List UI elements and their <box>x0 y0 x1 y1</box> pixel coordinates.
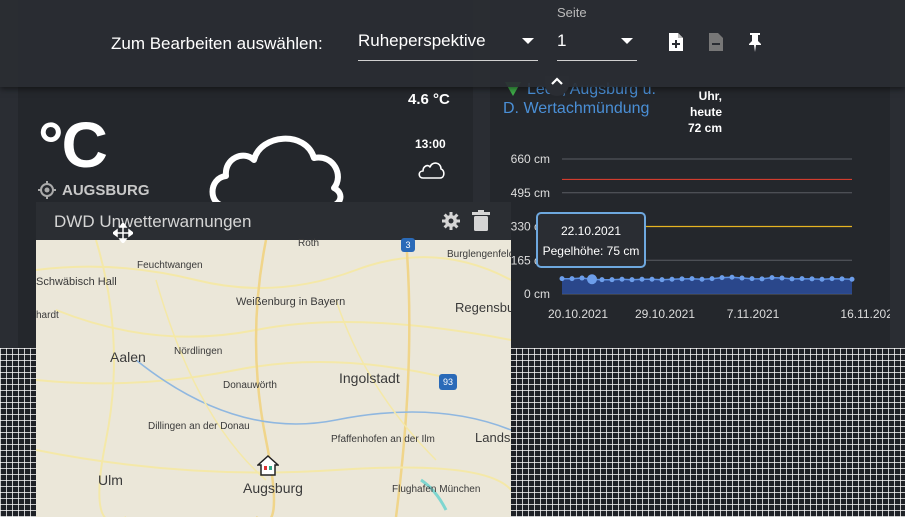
chart-data-point <box>599 277 605 283</box>
map-city-label: Schwäbisch Hall <box>36 276 117 288</box>
chart-x-tick-label: 16.11.2021 <box>840 307 890 321</box>
map-city-label: Donauwörth <box>223 380 277 391</box>
perspective-select[interactable]: Ruheperspektive <box>358 28 538 61</box>
chart-data-point <box>699 276 705 282</box>
current-level-value: 72 cm <box>687 121 722 135</box>
page-select-label: Seite <box>557 5 587 20</box>
chart-data-point <box>829 276 835 282</box>
chevron-down-icon <box>621 38 633 44</box>
home-marker-icon[interactable] <box>257 454 279 476</box>
chart-data-point <box>839 276 845 282</box>
dwd-map-widget[interactable]: DWD Unwetterwarnungen Roth Burglengenfel… <box>36 202 511 517</box>
chart-y-tick-label: 495 cm <box>511 186 550 200</box>
current-level-line: heute <box>689 105 722 119</box>
location-target-icon <box>38 181 56 199</box>
map-city-label: Lands <box>475 430 511 445</box>
chart-data-point <box>669 276 675 282</box>
highway-shield: 93 <box>439 374 457 390</box>
chart-data-point <box>709 276 715 282</box>
chart-data-point <box>569 276 575 282</box>
chart-data-point <box>679 276 685 282</box>
map-city-label: Aalen <box>110 349 146 365</box>
map-city-label: hardt <box>36 310 59 321</box>
map-city-label: Feuchtwangen <box>137 260 203 271</box>
map-city-label: Pfaffenhofen an der Ilm <box>331 434 435 445</box>
chart-x-tick-label: 29.10.2021 <box>635 307 695 321</box>
chart-data-point <box>729 274 735 280</box>
chart-tooltip: 22.10.2021 Pegelhöhe: 75 cm <box>536 212 646 268</box>
chart-data-point <box>719 275 725 281</box>
chart-data-point <box>587 274 597 285</box>
chart-data-point <box>609 277 615 283</box>
chart-data-point <box>739 275 745 281</box>
page-select[interactable]: 1 <box>557 28 637 61</box>
tooltip-date: 22.10.2021 <box>560 224 622 238</box>
temperature-unit: °C <box>38 109 108 181</box>
location-name: AUGSBURG <box>62 181 150 199</box>
chart-data-point <box>659 277 665 283</box>
tooltip-value: Pegelhöhe: 75 cm <box>542 244 640 258</box>
map-city-label: Dillingen an der Donau <box>148 421 250 432</box>
chevron-up-icon <box>551 77 563 85</box>
chart-data-point <box>789 276 795 282</box>
move-cursor-icon <box>113 223 133 243</box>
forecast-temperature: 4.6 °C <box>408 91 450 108</box>
map-city-label: Burglengenfeld <box>447 249 511 260</box>
chart-series-line <box>562 276 853 281</box>
add-page-icon[interactable] <box>668 32 684 52</box>
chart-data-point <box>759 276 765 282</box>
edit-toolbar: Zum Bearbeiten auswählen: Ruheperspektiv… <box>0 0 905 87</box>
chart-data-point <box>769 275 775 281</box>
chart-data-point <box>799 276 805 282</box>
chart-x-tick-label: 7.11.2021 <box>727 307 780 321</box>
trash-icon[interactable] <box>472 210 490 232</box>
chart-data-point <box>779 275 785 281</box>
chart-data-point <box>639 276 645 282</box>
map-city-label: Roth <box>298 238 320 249</box>
perspective-select-value: Ruheperspektive <box>358 31 486 50</box>
chart-data-point <box>749 276 755 282</box>
map-city-label: Weißenburg in Bayern <box>236 296 346 308</box>
chevron-down-icon <box>522 38 534 44</box>
chart-data-point <box>579 275 585 281</box>
edit-select-label: Zum Bearbeiten auswählen: <box>111 34 323 53</box>
map-city-label: Flughafen München <box>392 484 481 495</box>
chart-data-point <box>649 276 655 282</box>
remove-page-icon[interactable] <box>708 32 724 52</box>
map-widget-title: DWD Unwetterwarnungen <box>54 212 252 231</box>
chart-data-point <box>619 276 625 282</box>
current-level: Uhr, heute 72 cm <box>680 88 722 136</box>
pin-icon[interactable] <box>747 32 763 52</box>
map-city-label: Nördlingen <box>174 346 223 357</box>
map-view[interactable]: Roth Burglengenfeld Feuchtwangen Schwäbi… <box>36 238 511 517</box>
page-select-value: 1 <box>557 31 567 50</box>
map-city-label: Ingolstadt <box>339 370 400 386</box>
chart-x-tick-label: 20.10.2021 <box>548 307 608 321</box>
highway-shield: 3 <box>401 238 415 252</box>
chart-data-point <box>849 276 855 282</box>
map-widget-header[interactable]: DWD Unwetterwarnungen <box>36 202 511 240</box>
gear-icon[interactable] <box>441 211 461 231</box>
chart-data-point <box>809 276 815 282</box>
current-level-line: Uhr, <box>698 89 722 103</box>
chart-data-point <box>819 276 825 282</box>
forecast-time: 13:00 <box>415 137 446 151</box>
location: AUGSBURG <box>38 181 150 199</box>
map-city-label: Ulm <box>98 472 123 488</box>
forecast-cloud-icon <box>418 162 445 179</box>
chart-y-tick-label: 0 cm <box>524 287 550 301</box>
map-city-label: Regensbu <box>455 300 511 315</box>
chart-data-point <box>559 276 565 282</box>
chart-y-tick-label: 660 cm <box>511 152 550 166</box>
cloud-icon <box>209 135 344 208</box>
map-city-label: Augsburg <box>243 480 303 496</box>
chart-data-point <box>689 276 695 282</box>
chart-data-point <box>629 277 635 283</box>
